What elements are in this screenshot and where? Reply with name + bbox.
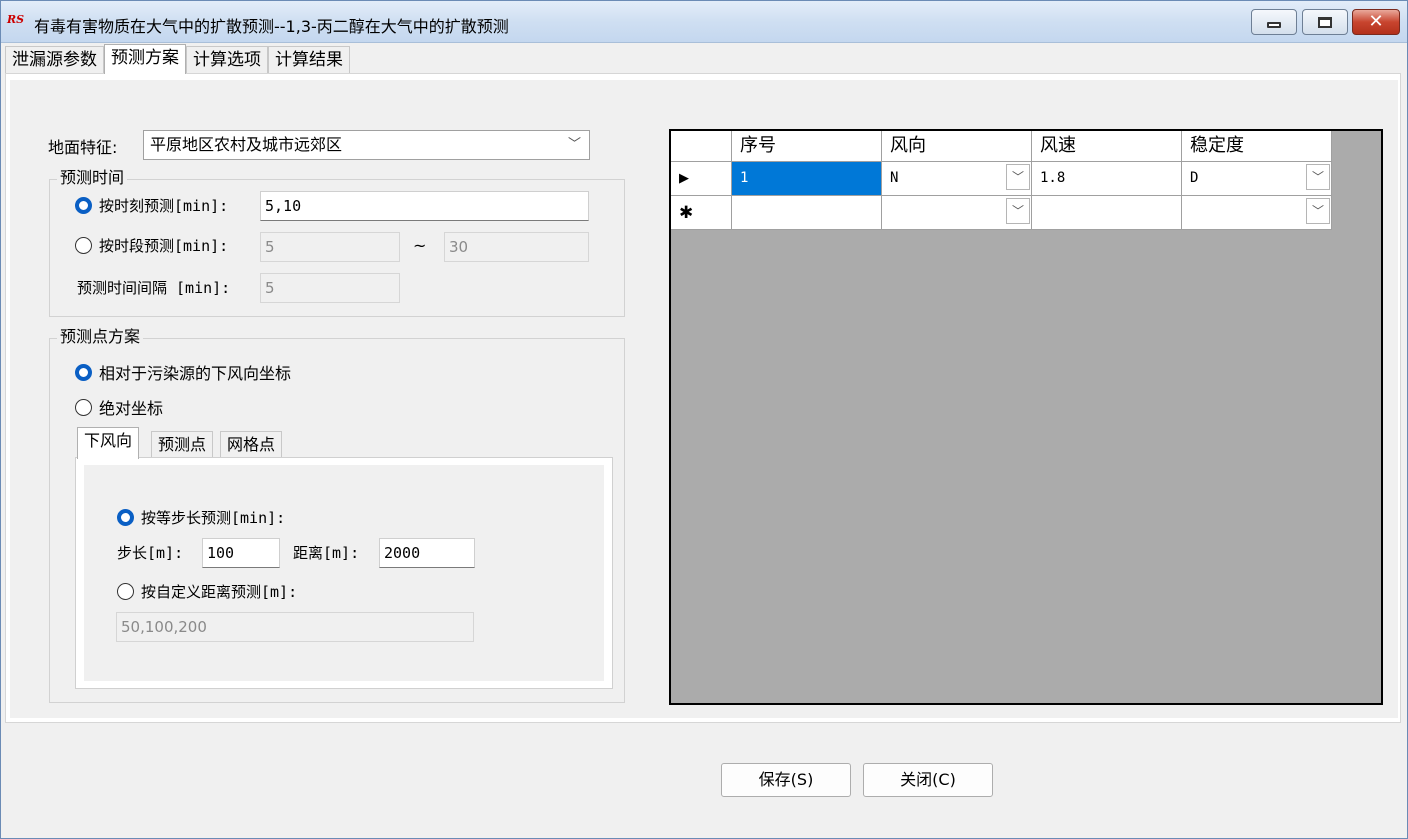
wind-data-grid: 序号 风向 风速 稳定度 ▶ 1 N ﹀ 1.8 D ﹀ ✱ ﹀ ﹀ <box>669 129 1383 705</box>
table-cell-speed[interactable] <box>1032 196 1182 230</box>
close-button[interactable]: 关闭(C) <box>863 763 993 797</box>
chevron-down-icon[interactable]: ﹀ <box>1006 198 1030 224</box>
by-moment-input[interactable]: 5,10 <box>260 191 589 221</box>
relative-coord-radio[interactable]: 相对于污染源的下风向坐标 <box>75 360 291 384</box>
title-bar: RS 有毒有害物质在大气中的扩散预测--1,3-丙二醇在大气中的扩散预测 ✕ <box>1 1 1407 43</box>
column-header-direction[interactable]: 风向 <box>882 131 1032 162</box>
table-cell-stability[interactable]: ﹀ <box>1182 196 1332 230</box>
by-moment-label: 按时刻预测[min]: <box>99 197 229 215</box>
row-indicator-icon[interactable]: ▶ <box>671 162 732 196</box>
tab-calc-results[interactable]: 计算结果 <box>268 46 350 74</box>
tab-calc-options[interactable]: 计算选项 <box>186 46 268 74</box>
period-start-input[interactable]: 5 <box>260 232 400 262</box>
column-header-seq[interactable]: 序号 <box>732 131 882 162</box>
ground-feature-value: 平原地区农村及城市远郊区 <box>150 135 343 154</box>
chevron-down-icon: ﹀ <box>567 137 581 152</box>
by-period-radio[interactable]: 按时段预测[min]: <box>75 235 228 256</box>
distance-input[interactable]: 2000 <box>379 538 475 568</box>
radio-selected-icon <box>75 197 92 214</box>
by-moment-radio[interactable]: 按时刻预测[min]: <box>75 195 228 216</box>
radio-selected-icon <box>117 509 134 526</box>
chevron-down-icon[interactable]: ﹀ <box>1306 164 1330 190</box>
close-icon: ✕ <box>1368 11 1384 32</box>
cell-value: 1 <box>740 170 749 186</box>
maximize-icon <box>1318 16 1332 28</box>
tab-leak-source[interactable]: 泄漏源参数 <box>5 46 104 74</box>
table-cell-direction[interactable]: N ﹀ <box>882 162 1032 196</box>
app-window: RS 有毒有害物质在大气中的扩散预测--1,3-丙二醇在大气中的扩散预测 ✕ 泄… <box>0 0 1408 839</box>
column-header-speed[interactable]: 风速 <box>1032 131 1182 162</box>
maximize-button[interactable] <box>1302 9 1348 35</box>
grid-corner-header <box>671 131 732 162</box>
table-cell-speed[interactable]: 1.8 <box>1032 162 1182 196</box>
forecast-time-group-title: 预测时间 <box>57 169 128 187</box>
downwind-panel-body <box>84 465 604 681</box>
table-cell-stability[interactable]: D ﹀ <box>1182 162 1332 196</box>
tab-forecast-points[interactable]: 预测点 <box>151 431 214 459</box>
ground-feature-label: 地面特征: <box>48 138 118 157</box>
cell-value: 1.8 <box>1040 170 1066 186</box>
tab-downwind[interactable]: 下风向 <box>77 427 140 459</box>
custom-distance-input[interactable]: 50,100,200 <box>116 612 474 642</box>
column-header-stability[interactable]: 稳定度 <box>1182 131 1332 162</box>
interval-label: 预测时间间隔 [min]: <box>77 279 231 297</box>
app-logo-icon: RS <box>7 13 25 26</box>
tab-forecast-plan[interactable]: 预测方案 <box>104 44 186 74</box>
equal-step-radio[interactable]: 按等步长预测[min]: <box>117 507 285 528</box>
table-cell-seq[interactable] <box>732 196 882 230</box>
distance-label: 距离[m]: <box>293 544 360 562</box>
tab-grid-points[interactable]: 网格点 <box>220 431 283 459</box>
period-separator: ~ <box>413 236 427 255</box>
absolute-coord-label: 绝对坐标 <box>99 399 164 418</box>
main-tabs: 泄漏源参数 预测方案 计算选项 计算结果 <box>5 44 350 74</box>
step-label: 步长[m]: <box>117 544 184 562</box>
forecast-point-group-title: 预测点方案 <box>57 328 144 346</box>
relative-coord-label: 相对于污染源的下风向坐标 <box>99 364 292 383</box>
period-end-input[interactable]: 30 <box>444 232 589 262</box>
new-row-icon[interactable]: ✱ <box>671 196 732 230</box>
cell-value: N <box>890 170 899 186</box>
radio-unselected-icon <box>75 237 92 254</box>
custom-distance-radio[interactable]: 按自定义距离预测[m]: <box>117 581 297 602</box>
minimize-button[interactable] <box>1251 9 1297 35</box>
step-input[interactable]: 100 <box>202 538 280 568</box>
radio-unselected-icon <box>117 583 134 600</box>
save-button[interactable]: 保存(S) <box>721 763 851 797</box>
chevron-down-icon[interactable]: ﹀ <box>1306 198 1330 224</box>
cell-value: D <box>1190 170 1199 186</box>
radio-selected-icon <box>75 363 92 381</box>
window-title: 有毒有害物质在大气中的扩散预测--1,3-丙二醇在大气中的扩散预测 <box>34 17 509 36</box>
ground-feature-select[interactable]: 平原地区农村及城市远郊区 ﹀ <box>143 130 590 160</box>
minimize-icon <box>1267 22 1281 28</box>
downwind-panel <box>75 457 613 689</box>
by-period-label: 按时段预测[min]: <box>99 237 229 255</box>
table-cell-direction[interactable]: ﹀ <box>882 196 1032 230</box>
radio-unselected-icon <box>75 398 92 416</box>
absolute-coord-radio[interactable]: 绝对坐标 <box>75 395 163 419</box>
chevron-down-icon[interactable]: ﹀ <box>1006 164 1030 190</box>
table-cell-seq[interactable]: 1 <box>732 162 882 196</box>
interval-input[interactable]: 5 <box>260 273 400 303</box>
custom-distance-label: 按自定义距离预测[m]: <box>141 583 298 601</box>
equal-step-label: 按等步长预测[min]: <box>141 509 286 527</box>
close-window-button[interactable]: ✕ <box>1352 9 1400 35</box>
